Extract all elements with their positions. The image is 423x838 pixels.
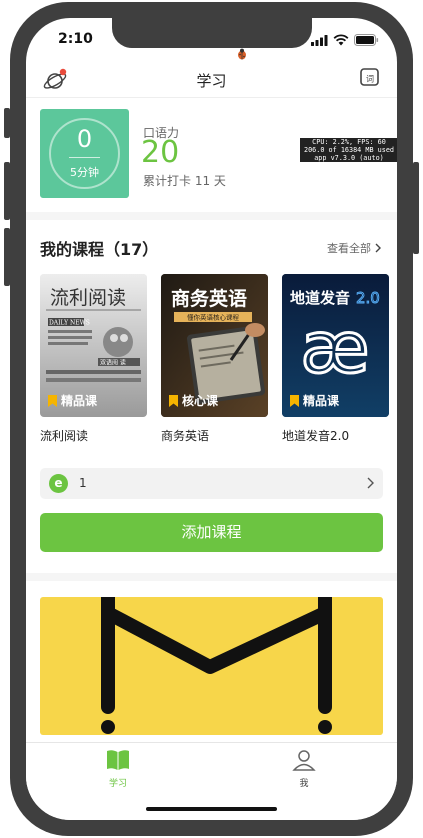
- book-icon: [107, 750, 129, 770]
- course-name: 地道发音2.0: [282, 429, 350, 443]
- cover-newspaper-label: DAILY NEWS: [49, 320, 90, 327]
- signal-icon: [311, 34, 328, 46]
- home-indicator[interactable]: [146, 807, 277, 811]
- course-badge: 核心课: [169, 392, 218, 409]
- person-icon: [292, 750, 316, 771]
- courses-section-title: 我的课程（17）: [40, 240, 159, 259]
- course-badge-label: 核心课: [182, 394, 219, 408]
- wifi-icon: [333, 34, 349, 46]
- checkin-days: 累计打卡 11 天: [143, 174, 226, 188]
- course-badge-label: 精品课: [61, 394, 98, 408]
- course-card-pronunciation[interactable]: æ 地道发音 2.0 精品课 地道发音2.0: [282, 274, 389, 444]
- course-card-business-english[interactable]: 商务英语 懂你英语核心课程 核心课 商务英语: [161, 274, 268, 444]
- progress-value: 1: [79, 476, 87, 490]
- chevron-right-icon: [375, 243, 381, 253]
- learning-progress-row[interactable]: e 1: [40, 468, 383, 499]
- add-course-button[interactable]: 添加课程: [40, 513, 383, 552]
- perf-line-version: app v7.3.0 (auto): [314, 154, 384, 162]
- tab-me[interactable]: 我: [274, 749, 334, 789]
- cover-title: 地道发音: [290, 289, 350, 307]
- view-all-link[interactable]: 查看全部: [327, 240, 383, 256]
- course-badge: 精品课: [48, 392, 97, 409]
- course-card-fluent-reading[interactable]: 流利阅读 DAILY NEWS 双语阅 读 精品课 流利阅读: [40, 274, 147, 444]
- battery-icon: [354, 34, 379, 46]
- course-badge: 精品课: [290, 392, 339, 409]
- bookmark-icon: [290, 394, 299, 407]
- section-divider: [26, 573, 397, 581]
- notch: [112, 18, 312, 48]
- e-logo-icon: e: [49, 474, 68, 493]
- course-name: 流利阅读: [40, 429, 89, 443]
- course-cover: 商务英语 懂你英语核心课程 核心课: [161, 274, 268, 417]
- status-icons: [311, 34, 379, 46]
- screen: 2:10 学习 词 0 5分钟 口语力 20 累计打卡 11 天 CPU: 2.…: [26, 18, 397, 820]
- stats-panel: 0 5分钟 口语力 20 累计打卡 11 天 CPU: 2.2%, FPS: 6…: [26, 98, 397, 212]
- page-title: 学习: [196, 72, 227, 90]
- cover-caption: 双语阅 读: [100, 359, 126, 367]
- study-goal-label: 5分钟: [70, 166, 99, 179]
- cover-subtitle: 懂你英语核心课程: [187, 313, 240, 322]
- promo-banner[interactable]: [40, 597, 383, 735]
- tab-study[interactable]: 学习: [88, 749, 148, 789]
- bookmark-icon: [169, 394, 178, 407]
- course-badge-label: 精品课: [303, 394, 340, 408]
- oral-ability-score: 20: [141, 135, 180, 170]
- cover-version: 2.0: [356, 289, 380, 307]
- study-minutes-value: 0: [76, 125, 93, 153]
- course-cover: æ 地道发音 2.0 精品课: [282, 274, 389, 417]
- chevron-right-icon: [367, 477, 374, 489]
- svg-text:词: 词: [366, 75, 374, 84]
- dictionary-icon[interactable]: 词: [359, 66, 381, 88]
- perf-line-cpu: CPU: 2.2%, FPS: 60: [312, 138, 386, 146]
- tab-me-label: 我: [299, 779, 309, 789]
- performance-overlay: CPU: 2.2%, FPS: 60 206.0 of 16384 MB use…: [300, 138, 397, 162]
- cover-title: 商务英语: [171, 287, 247, 310]
- course-name: 商务英语: [161, 429, 210, 443]
- status-time: 2:10: [58, 31, 93, 47]
- banner-m-graphic: [101, 597, 332, 734]
- study-time-card[interactable]: 0 5分钟: [40, 109, 129, 198]
- section-divider: [26, 212, 397, 220]
- cover-ae-symbol: æ: [301, 307, 370, 389]
- phone-frame: 2:10 学习 词 0 5分钟 口语力 20 累计打卡 11 天 CPU: 2.…: [0, 0, 423, 838]
- bookmark-icon: [48, 394, 57, 407]
- ring-divider: [69, 157, 100, 158]
- course-cover: 流利阅读 DAILY NEWS 双语阅 读 精品课: [40, 274, 147, 417]
- view-all-label: 查看全部: [327, 242, 371, 255]
- side-button-power: [413, 162, 419, 254]
- debug-bug-icon[interactable]: [236, 48, 248, 60]
- perf-line-memory: 206.0 of 16384 MB used: [303, 146, 395, 154]
- cover-title: 流利阅读: [50, 287, 126, 309]
- tab-study-label: 学习: [108, 779, 127, 789]
- nav-bar: 学习 词: [26, 62, 397, 98]
